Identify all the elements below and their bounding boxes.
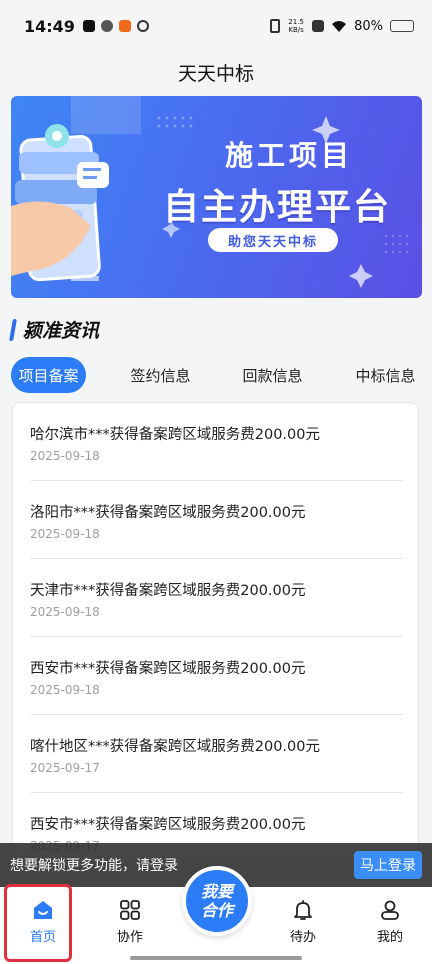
promo-banner[interactable]: 施工项目 自主办理平台 助您天天中标 (11, 96, 422, 298)
cooperate-fab[interactable]: 我要 合作 (182, 866, 252, 936)
banner-pill: 助您天天中标 (208, 228, 338, 252)
list-item[interactable]: 哈尔滨市***获得备案跨区域服务费200.00元 2025-09-18 (30, 403, 403, 481)
list-item[interactable]: 西安市***获得备案跨区域服务费200.00元 2025-09-18 (30, 637, 403, 715)
net-speed-unit: KB/s (288, 26, 304, 34)
login-button[interactable]: 马上登录 (354, 851, 422, 879)
item-date: 2025-09-17 (30, 761, 100, 775)
section-title: 颍准资讯 (23, 320, 100, 342)
tab-payment-info[interactable]: 回款信息 (235, 357, 310, 393)
item-title: 洛阳市***获得备案跨区域服务费200.00元 (30, 505, 306, 521)
item-title: 西安市***获得备案跨区域服务费200.00元 (30, 661, 306, 677)
notification-icons (82, 20, 149, 32)
info-tabs: 项目备案 签约信息 回款信息 中标信息 (0, 357, 432, 393)
item-date: 2025-09-18 (30, 683, 100, 697)
login-prompt-text: 想要解锁更多功能，请登录 (10, 858, 178, 874)
news-list: 哈尔滨市***获得备案跨区域服务费200.00元 2025-09-18 洛阳市*… (12, 402, 419, 862)
app-notification-icon (118, 20, 131, 32)
tab-project-filing[interactable]: 项目备案 (11, 357, 86, 393)
list-item[interactable]: 天津市***获得备案跨区域服务费200.00元 2025-09-18 (30, 559, 403, 637)
nav-todo[interactable]: 待办 (268, 899, 338, 945)
grid-icon (120, 900, 140, 920)
net-speed: 21.5 KB/s (287, 18, 305, 34)
status-right: 21.5 KB/s 80% (270, 18, 414, 34)
heading-accent-bar (9, 318, 17, 341)
item-date: 2025-09-18 (30, 449, 100, 463)
fab-line1: 我要 (200, 882, 233, 901)
nav-mine-label: 我的 (376, 930, 403, 945)
tiktok-icon (82, 20, 95, 32)
link-icon (136, 20, 149, 32)
nav-collab-label: 协作 (116, 930, 143, 945)
app-header: 天天中标 (0, 52, 432, 92)
nav-mine[interactable]: 我的 (355, 899, 425, 945)
fab-line2: 合作 (200, 901, 233, 920)
list-item[interactable]: 喀什地区***获得备案跨区域服务费200.00元 2025-09-17 (30, 715, 403, 793)
user-icon (381, 900, 399, 920)
list-item[interactable]: 洛阳市***获得备案跨区域服务费200.00元 2025-09-18 (30, 481, 403, 559)
sim-off-icon (312, 20, 325, 32)
item-title: 天津市***获得备案跨区域服务费200.00元 (30, 583, 306, 599)
item-date: 2025-09-18 (30, 605, 100, 619)
status-bar: 14:49 21.5 KB/s 80% (0, 0, 432, 52)
cloud-icon (100, 20, 113, 32)
net-speed-value: 21.5 (288, 18, 304, 26)
section-heading: 颍准资讯 (9, 316, 100, 343)
tab-bid-win-info[interactable]: 中标信息 (348, 357, 423, 393)
banner-title-line2: 自主办理平台 (163, 187, 392, 228)
nav-collab[interactable]: 协作 (95, 899, 165, 945)
item-title: 西安市***获得备案跨区域服务费200.00元 (30, 817, 306, 833)
status-time: 14:49 (24, 16, 75, 36)
home-indicator (130, 956, 302, 960)
page-title: 天天中标 (177, 62, 254, 85)
battery-percent: 80% (354, 18, 383, 34)
bell-icon (294, 900, 312, 920)
banner-title-line1: 施工项目 (225, 139, 354, 172)
home-highlight-box (4, 884, 72, 962)
item-title: 喀什地区***获得备案跨区域服务费200.00元 (30, 739, 320, 755)
item-title: 哈尔滨市***获得备案跨区域服务费200.00元 (30, 427, 320, 443)
nav-todo-label: 待办 (289, 930, 316, 945)
item-date: 2025-09-18 (30, 527, 100, 541)
wifi-icon (332, 20, 347, 32)
battery-icon (390, 20, 414, 32)
tab-contract-info[interactable]: 签约信息 (123, 357, 198, 393)
vibrate-icon (270, 19, 281, 33)
